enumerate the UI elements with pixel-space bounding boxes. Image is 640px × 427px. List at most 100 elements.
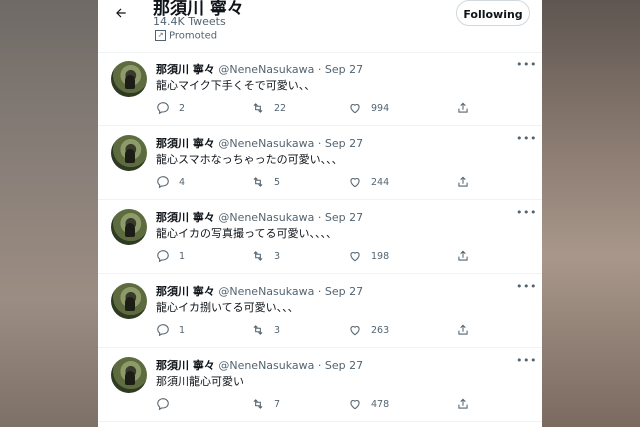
tweet-actions: 1 3 198 bbox=[156, 247, 486, 265]
more-icon[interactable]: ••• bbox=[516, 132, 536, 145]
like-count: 244 bbox=[371, 176, 390, 188]
retweet-button[interactable]: 3 bbox=[251, 247, 280, 265]
tweet-author-name[interactable]: 那須川 寧々 bbox=[156, 63, 215, 76]
tweet-header: 那須川 寧々 @NeneNasukawa · Sep 27 bbox=[156, 285, 364, 298]
reply-count: 1 bbox=[179, 250, 186, 262]
tweet-actions: 7 478 bbox=[156, 395, 486, 413]
like-icon bbox=[350, 326, 360, 336]
tweet[interactable]: 那須川 寧々 @NeneNasukawa · Sep 27 ••• 龍心スマホな… bbox=[98, 126, 542, 200]
tweet-date[interactable]: Sep 27 bbox=[325, 359, 363, 372]
like-button[interactable]: 478 bbox=[348, 395, 389, 413]
tweet-actions: 2 22 994 bbox=[156, 99, 486, 117]
tweet-actions: 4 5 244 bbox=[156, 173, 486, 191]
tweet[interactable]: 那須川 寧々 @NeneNasukawa · Sep 27 ••• 那須川龍心可… bbox=[98, 348, 542, 422]
retweet-icon bbox=[253, 103, 263, 113]
tweet-text: 龍心イカの写真撮ってる可愛い、、、、 bbox=[156, 227, 337, 240]
like-button[interactable]: 198 bbox=[348, 247, 389, 265]
more-icon[interactable]: ••• bbox=[516, 280, 536, 293]
tweet[interactable]: 那須川 寧々 @NeneNasukawa · Sep 27 ••• 龍心イカの写… bbox=[98, 200, 542, 274]
retweet-button[interactable]: 22 bbox=[251, 99, 286, 117]
tweet-handle[interactable]: @NeneNasukawa bbox=[218, 63, 314, 76]
tweet-header: 那須川 寧々 @NeneNasukawa · Sep 27 bbox=[156, 137, 364, 150]
tweet-text: 那須川龍心可愛い bbox=[156, 375, 244, 388]
tweet-text: 龍心イカ捌いてる可愛い、、、 bbox=[156, 301, 299, 314]
profile-header: 那須川 寧々 14.4K Tweets ↗ Promoted Following bbox=[98, 0, 542, 53]
profile-panel: 那須川 寧々 14.4K Tweets ↗ Promoted Following … bbox=[98, 0, 542, 427]
more-icon[interactable]: ••• bbox=[516, 354, 536, 367]
like-count: 198 bbox=[371, 250, 390, 262]
tweet-header: 那須川 寧々 @NeneNasukawa · Sep 27 bbox=[156, 359, 364, 372]
share-icon bbox=[458, 250, 468, 261]
reply-count: 2 bbox=[179, 102, 186, 114]
reply-icon bbox=[157, 324, 169, 337]
retweet-count: 7 bbox=[274, 398, 281, 410]
retweet-icon bbox=[253, 177, 263, 187]
tweet-count: 14.4K Tweets bbox=[153, 15, 226, 28]
like-button[interactable]: 263 bbox=[348, 321, 389, 339]
avatar[interactable] bbox=[111, 135, 147, 171]
retweet-button[interactable]: 5 bbox=[251, 173, 280, 191]
reply-button[interactable]: 4 bbox=[156, 173, 185, 191]
background-right bbox=[542, 0, 640, 427]
tweet[interactable]: 那須川 寧々 @NeneNasukawa · Sep 27 ••• 龍心イカ捌い… bbox=[98, 274, 542, 348]
tweet-handle[interactable]: @NeneNasukawa bbox=[218, 137, 314, 150]
retweet-button[interactable]: 3 bbox=[251, 321, 280, 339]
back-arrow-icon[interactable] bbox=[110, 4, 132, 26]
promoted-text: Promoted bbox=[169, 30, 218, 42]
retweet-button[interactable]: 7 bbox=[251, 395, 280, 413]
tweet[interactable]: 那須川 寧々 @NeneNasukawa · Sep 27 ••• 龍心マイク下… bbox=[98, 52, 542, 126]
like-button[interactable]: 244 bbox=[348, 173, 389, 191]
tweet-date[interactable]: Sep 27 bbox=[325, 63, 363, 76]
like-button[interactable]: 994 bbox=[348, 99, 389, 117]
background-left bbox=[0, 0, 98, 427]
retweet-count: 5 bbox=[274, 176, 281, 188]
share-icon bbox=[458, 102, 468, 113]
like-count: 263 bbox=[371, 324, 390, 336]
reply-count: 4 bbox=[179, 176, 186, 188]
share-button[interactable] bbox=[456, 321, 479, 339]
promoted-icon: ↗ bbox=[155, 30, 166, 41]
reply-icon bbox=[157, 398, 169, 411]
share-button[interactable] bbox=[456, 247, 479, 265]
retweet-count: 3 bbox=[274, 324, 281, 336]
reply-button[interactable]: 2 bbox=[156, 99, 185, 117]
reply-icon bbox=[157, 102, 169, 115]
avatar[interactable] bbox=[111, 357, 147, 393]
tweet-date[interactable]: Sep 27 bbox=[325, 211, 363, 224]
retweet-icon bbox=[253, 325, 263, 335]
retweet-count: 22 bbox=[274, 102, 287, 114]
reply-button[interactable] bbox=[156, 395, 179, 413]
like-count: 478 bbox=[371, 398, 390, 410]
share-button[interactable] bbox=[456, 99, 479, 117]
reply-icon bbox=[157, 250, 169, 263]
share-button[interactable] bbox=[456, 395, 479, 413]
like-icon bbox=[350, 178, 360, 188]
tweet-actions: 1 3 263 bbox=[156, 321, 486, 339]
tweet-text: 龍心スマホなっちゃったの可愛い、、、 bbox=[156, 153, 343, 166]
tweet-author-name[interactable]: 那須川 寧々 bbox=[156, 137, 215, 150]
tweet-date[interactable]: Sep 27 bbox=[325, 137, 363, 150]
tweet-author-name[interactable]: 那須川 寧々 bbox=[156, 211, 215, 224]
retweet-icon bbox=[253, 251, 263, 261]
tweet-author-name[interactable]: 那須川 寧々 bbox=[156, 285, 215, 298]
following-button[interactable]: Following bbox=[456, 0, 530, 26]
reply-count: 1 bbox=[179, 324, 186, 336]
avatar[interactable] bbox=[111, 209, 147, 245]
tweet-date[interactable]: Sep 27 bbox=[325, 285, 363, 298]
tweet-author-name[interactable]: 那須川 寧々 bbox=[156, 359, 215, 372]
like-count: 994 bbox=[371, 102, 390, 114]
share-button[interactable] bbox=[456, 173, 479, 191]
more-icon[interactable]: ••• bbox=[516, 58, 536, 71]
avatar[interactable] bbox=[111, 283, 147, 319]
avatar[interactable] bbox=[111, 61, 147, 97]
share-icon bbox=[458, 176, 468, 187]
tweet-handle[interactable]: @NeneNasukawa bbox=[218, 285, 314, 298]
reply-icon bbox=[157, 176, 169, 189]
reply-button[interactable]: 1 bbox=[156, 321, 185, 339]
tweet-handle[interactable]: @NeneNasukawa bbox=[218, 211, 314, 224]
reply-button[interactable]: 1 bbox=[156, 247, 185, 265]
tweet-handle[interactable]: @NeneNasukawa bbox=[218, 359, 314, 372]
like-icon bbox=[350, 400, 360, 410]
more-icon[interactable]: ••• bbox=[516, 206, 536, 219]
tweet-text: 龍心マイク下手くそで可愛い、、 bbox=[156, 79, 316, 92]
